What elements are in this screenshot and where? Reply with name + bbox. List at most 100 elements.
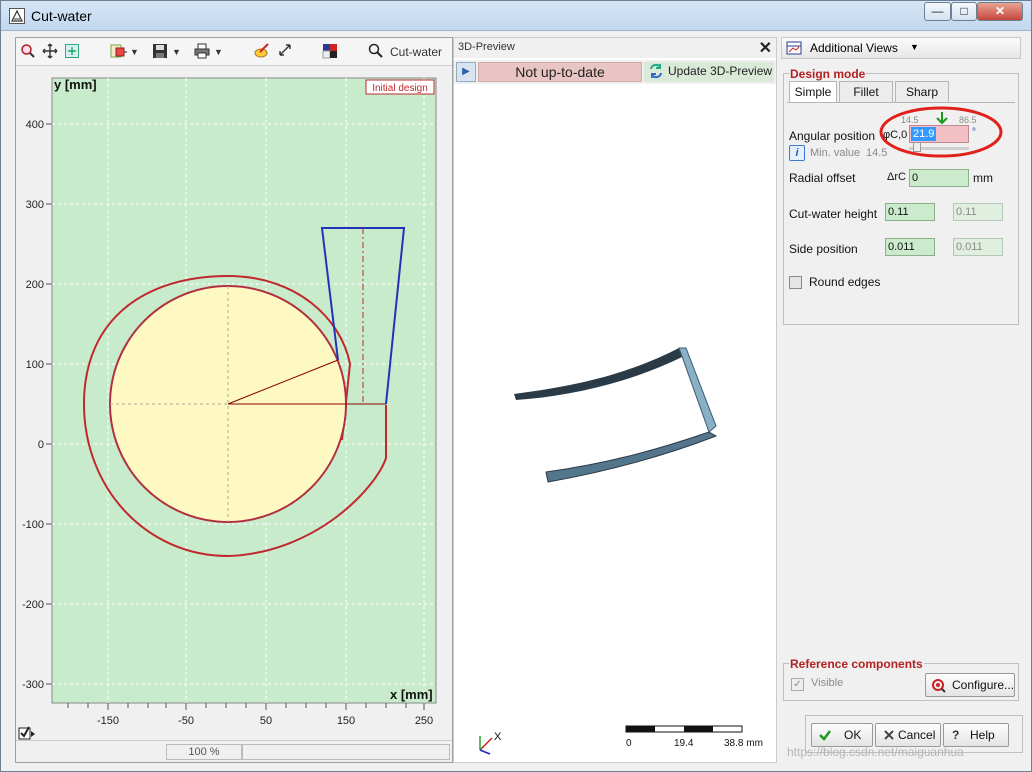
plot-toolbar: ▼ ▼ ▼ Cut-water [16, 38, 452, 66]
chevron-down-icon: ▼ [910, 42, 919, 52]
cutwater-height-readonly: 0.11 [953, 203, 1003, 221]
side-position-label: Side position [789, 242, 858, 256]
refresh-icon [648, 63, 664, 84]
highlight-ellipse [879, 106, 1003, 158]
preview-header: 3D-Preview ✕ [454, 38, 776, 58]
radial-offset-field[interactable]: 0 [909, 169, 969, 187]
update-preview-label: Update 3D-Preview [668, 64, 773, 78]
additional-views-label: Additional Views [810, 41, 898, 55]
play-icon[interactable]: ▶ [456, 62, 476, 82]
zoom-level: 100 % [166, 744, 242, 760]
x-tick-label: 150 [337, 715, 355, 727]
x-tick-label: 50 [260, 715, 272, 727]
preview-panel: 3D-Preview ✕ ▶ Not up-to-date Update 3D-… [453, 37, 777, 763]
y-tick-label: -200 [22, 599, 44, 611]
pan-icon[interactable] [42, 43, 58, 61]
plot-area: Initial design y [mm] x [mm] 400 300 200… [16, 68, 452, 738]
radial-offset-symbol: ΔrC [887, 171, 906, 183]
status-cell [242, 744, 450, 760]
tab-simple[interactable]: Simple [789, 81, 837, 103]
axis-triad-icon: X [479, 731, 502, 755]
settings-panel: Additional Views ▼ Design mode Simple Fi… [779, 35, 1025, 765]
y-tick-label: 400 [26, 119, 44, 131]
print-icon[interactable] [194, 43, 210, 61]
tab-sharp[interactable]: Sharp [895, 81, 949, 103]
configure-button[interactable]: Configure... [925, 673, 1015, 697]
ok-button[interactable]: OK [811, 723, 873, 747]
content-area: ▼ ▼ ▼ Cut-water Initial design y [mm] x … [7, 35, 1025, 767]
round-edges-checkbox[interactable] [789, 276, 802, 289]
scale-label: 0 [626, 738, 632, 749]
x-tick-label: 250 [415, 715, 433, 727]
chevron-down-icon[interactable]: ▼ [214, 43, 223, 61]
x-axis-label: x [mm] [390, 687, 433, 702]
preview-bar: ▶ Not up-to-date Update 3D-Preview [454, 60, 776, 84]
y-axis-label: y [mm] [54, 77, 97, 92]
radial-offset-label: Radial offset [789, 171, 856, 185]
chevron-down-icon[interactable]: ▼ [172, 43, 181, 61]
preview-title: 3D-Preview [458, 41, 515, 53]
cancel-label: Cancel [898, 728, 936, 742]
reference-components-label: Reference components [789, 657, 924, 671]
radial-offset-unit: mm [973, 171, 993, 185]
window-title: Cut-water [31, 8, 92, 24]
update-preview-button[interactable]: Update 3D-Preview [644, 62, 774, 82]
design-mode-label: Design mode [789, 67, 867, 81]
cutwater-height-label: Cut-water height [789, 207, 878, 221]
checkmark-icon[interactable] [18, 725, 36, 741]
color-palette-icon[interactable] [322, 43, 338, 61]
configure-icon [930, 677, 946, 700]
preview-status: Not up-to-date [478, 62, 642, 82]
views-icon [786, 40, 802, 59]
zoom-icon[interactable] [20, 43, 36, 61]
minimize-button[interactable]: — [924, 2, 951, 21]
y-tick-label: -300 [22, 679, 44, 691]
maximize-button[interactable]: □ [951, 2, 977, 21]
resize-icon[interactable] [278, 43, 292, 61]
tab-fillet[interactable]: Fillet [839, 81, 893, 103]
x-tick-label: -150 [97, 715, 119, 727]
cutwater-height-field[interactable]: 0.11 [885, 203, 935, 221]
app-icon [9, 8, 25, 24]
additional-views-button[interactable]: Additional Views ▼ [781, 37, 1021, 59]
help-button[interactable]: ? Help [943, 723, 1009, 747]
side-position-readonly: 0.011 [953, 238, 1003, 256]
title-bar: Cut-water — □ ✕ [1, 1, 1031, 31]
draw-icon[interactable] [254, 43, 270, 61]
y-tick-label: -100 [22, 519, 44, 531]
visible-checkbox[interactable]: ✓ [791, 678, 804, 691]
round-edges-label: Round edges [809, 275, 881, 289]
fit-view-icon[interactable] [64, 43, 80, 61]
min-value-label: Min. value [810, 147, 861, 159]
help-label: Help [970, 728, 995, 742]
close-window-button[interactable]: ✕ [977, 2, 1023, 21]
side-position-field[interactable]: 0.011 [885, 238, 935, 256]
scale-label: 19.4 [674, 738, 694, 749]
y-tick-label: 0 [38, 439, 44, 451]
y-tick-label: 200 [26, 279, 44, 291]
main-window: Cut-water — □ ✕ ▼ ▼ ▼ Cut-water Initial … [0, 0, 1032, 772]
cutwater-bottom-surface [545, 431, 718, 483]
export-image-icon[interactable] [110, 43, 128, 61]
help-icon: ? [952, 728, 960, 742]
y-tick-label: 300 [26, 199, 44, 211]
meridional-plot: Initial design y [mm] x [mm] 400 300 200… [22, 77, 437, 727]
info-icon: i [789, 145, 805, 161]
cutwater-top-surface [514, 348, 684, 400]
cancel-button[interactable]: Cancel [875, 723, 941, 747]
meridional-view-panel: ▼ ▼ ▼ Cut-water Initial design y [mm] x … [15, 37, 453, 763]
configure-label: Configure... [952, 678, 1015, 692]
ok-label: OK [844, 728, 862, 742]
status-bar: 100 % [16, 726, 452, 762]
scale-label: 38.8 mm [724, 738, 763, 749]
search-icon[interactable] [368, 43, 384, 61]
cutwater-view-label[interactable]: Cut-water [390, 43, 442, 61]
axis-x-label: X [494, 731, 502, 743]
chevron-down-icon[interactable]: ▼ [130, 43, 139, 61]
cutwater-end-surface [678, 347, 717, 433]
min-value: 14.5 [866, 147, 888, 159]
close-preview-button[interactable]: ✕ [759, 38, 772, 58]
visible-label: Visible [811, 677, 844, 689]
preview-canvas[interactable]: 0 19.4 38.8 mm X [454, 86, 776, 762]
save-icon[interactable] [152, 43, 168, 61]
